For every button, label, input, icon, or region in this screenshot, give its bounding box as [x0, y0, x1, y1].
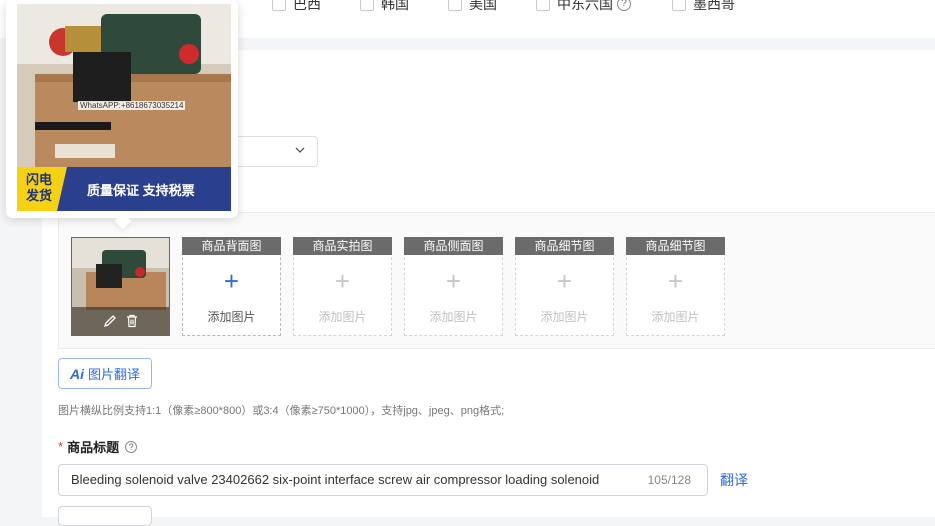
slot-label: 商品侧面图: [404, 237, 503, 255]
plus-icon: +: [334, 266, 351, 296]
watermark-text: WhatsAPP:+8618673035214: [78, 101, 186, 110]
add-image-text: 添加图片: [540, 310, 589, 324]
region-label: 中东六国: [557, 0, 613, 12]
product-title-value: Bleeding solenoid valve 23402662 six-poi…: [71, 472, 600, 487]
region-checkbox-middle-east[interactable]: 中东六国 ?: [536, 0, 631, 14]
slot-label: 商品细节图: [515, 237, 614, 255]
chevron-down-icon: [295, 147, 305, 153]
flash-line-1: 闪电: [26, 172, 53, 187]
partial-button[interactable]: [58, 506, 152, 526]
trash-icon[interactable]: [125, 314, 139, 328]
region-checkbox-usa[interactable]: 美国: [448, 0, 497, 14]
region-label: 美国: [469, 0, 497, 12]
plus-icon: +: [556, 266, 573, 296]
product-title-label: * 商品标题 ?: [58, 437, 138, 456]
add-image-text: 添加图片: [318, 310, 367, 324]
product-title-text: 商品标题: [67, 440, 120, 455]
thumbnail-action-bar: [72, 307, 169, 335]
checkbox-box[interactable]: [448, 0, 462, 11]
help-icon[interactable]: ?: [125, 440, 138, 453]
flash-line-2: 发货: [26, 188, 53, 203]
region-label: 韩国: [381, 0, 409, 12]
main-product-image[interactable]: [71, 237, 170, 336]
checkbox-box[interactable]: [272, 0, 286, 11]
image-slot-back[interactable]: 商品背面图 + 添加图片: [182, 237, 281, 336]
slot-label: 商品细节图: [626, 237, 725, 255]
enlarged-product-image: WhatsAPP:+8618673035214 闪电 发货 质量保证 支持税票: [17, 4, 231, 211]
image-translate-button[interactable]: Ai 图片翻译: [58, 358, 152, 389]
checkbox-box[interactable]: [672, 0, 686, 11]
flash-delivery-badge: 闪电 发货: [17, 167, 67, 211]
image-slot-real-shot[interactable]: 商品实拍图 + 添加图片: [293, 237, 392, 336]
image-slot-detail-1[interactable]: 商品细节图 + 添加图片: [515, 237, 614, 336]
region-label: 巴西: [293, 0, 321, 12]
add-image-text: 添加图片: [651, 310, 700, 324]
region-checkbox-korea[interactable]: 韩国: [360, 0, 409, 14]
region-label: 墨西哥: [693, 0, 735, 12]
translate-title-link[interactable]: 翻译: [720, 470, 748, 490]
edit-icon[interactable]: [103, 314, 117, 328]
checkbox-box[interactable]: [360, 0, 374, 11]
ai-icon: Ai: [69, 365, 84, 382]
plus-icon: +: [667, 266, 684, 296]
image-slot-detail-2[interactable]: 商品细节图 + 添加图片: [626, 237, 725, 336]
help-icon[interactable]: ?: [617, 0, 631, 11]
required-mark: *: [58, 439, 64, 454]
char-counter: 105/128: [647, 473, 691, 487]
image-format-hint: 图片横纵比例支持1:1（像素≥800*800）或3:4（像素≥750*1000）…: [58, 405, 505, 417]
slot-label: 商品实拍图: [293, 237, 392, 255]
slot-label: 商品背面图: [182, 237, 281, 255]
image-translate-label: 图片翻译: [87, 367, 140, 382]
plus-icon: +: [445, 266, 462, 296]
product-title-input[interactable]: Bleeding solenoid valve 23402662 six-poi…: [58, 464, 708, 496]
image-slot-side[interactable]: 商品侧面图 + 添加图片: [404, 237, 503, 336]
add-image-text: 添加图片: [207, 310, 256, 324]
plus-icon: +: [223, 266, 240, 296]
promo-banner: 闪电 发货 质量保证 支持税票: [17, 167, 231, 211]
checkbox-box[interactable]: [536, 0, 550, 11]
banner-slogan: 质量保证 支持税票: [87, 183, 195, 198]
image-preview-popover: WhatsAPP:+8618673035214 闪电 发货 质量保证 支持税票: [6, 0, 238, 230]
region-checkbox-mexico[interactable]: 墨西哥: [672, 0, 735, 14]
region-checkbox-brazil[interactable]: 巴西: [272, 0, 321, 14]
add-image-text: 添加图片: [429, 310, 478, 324]
